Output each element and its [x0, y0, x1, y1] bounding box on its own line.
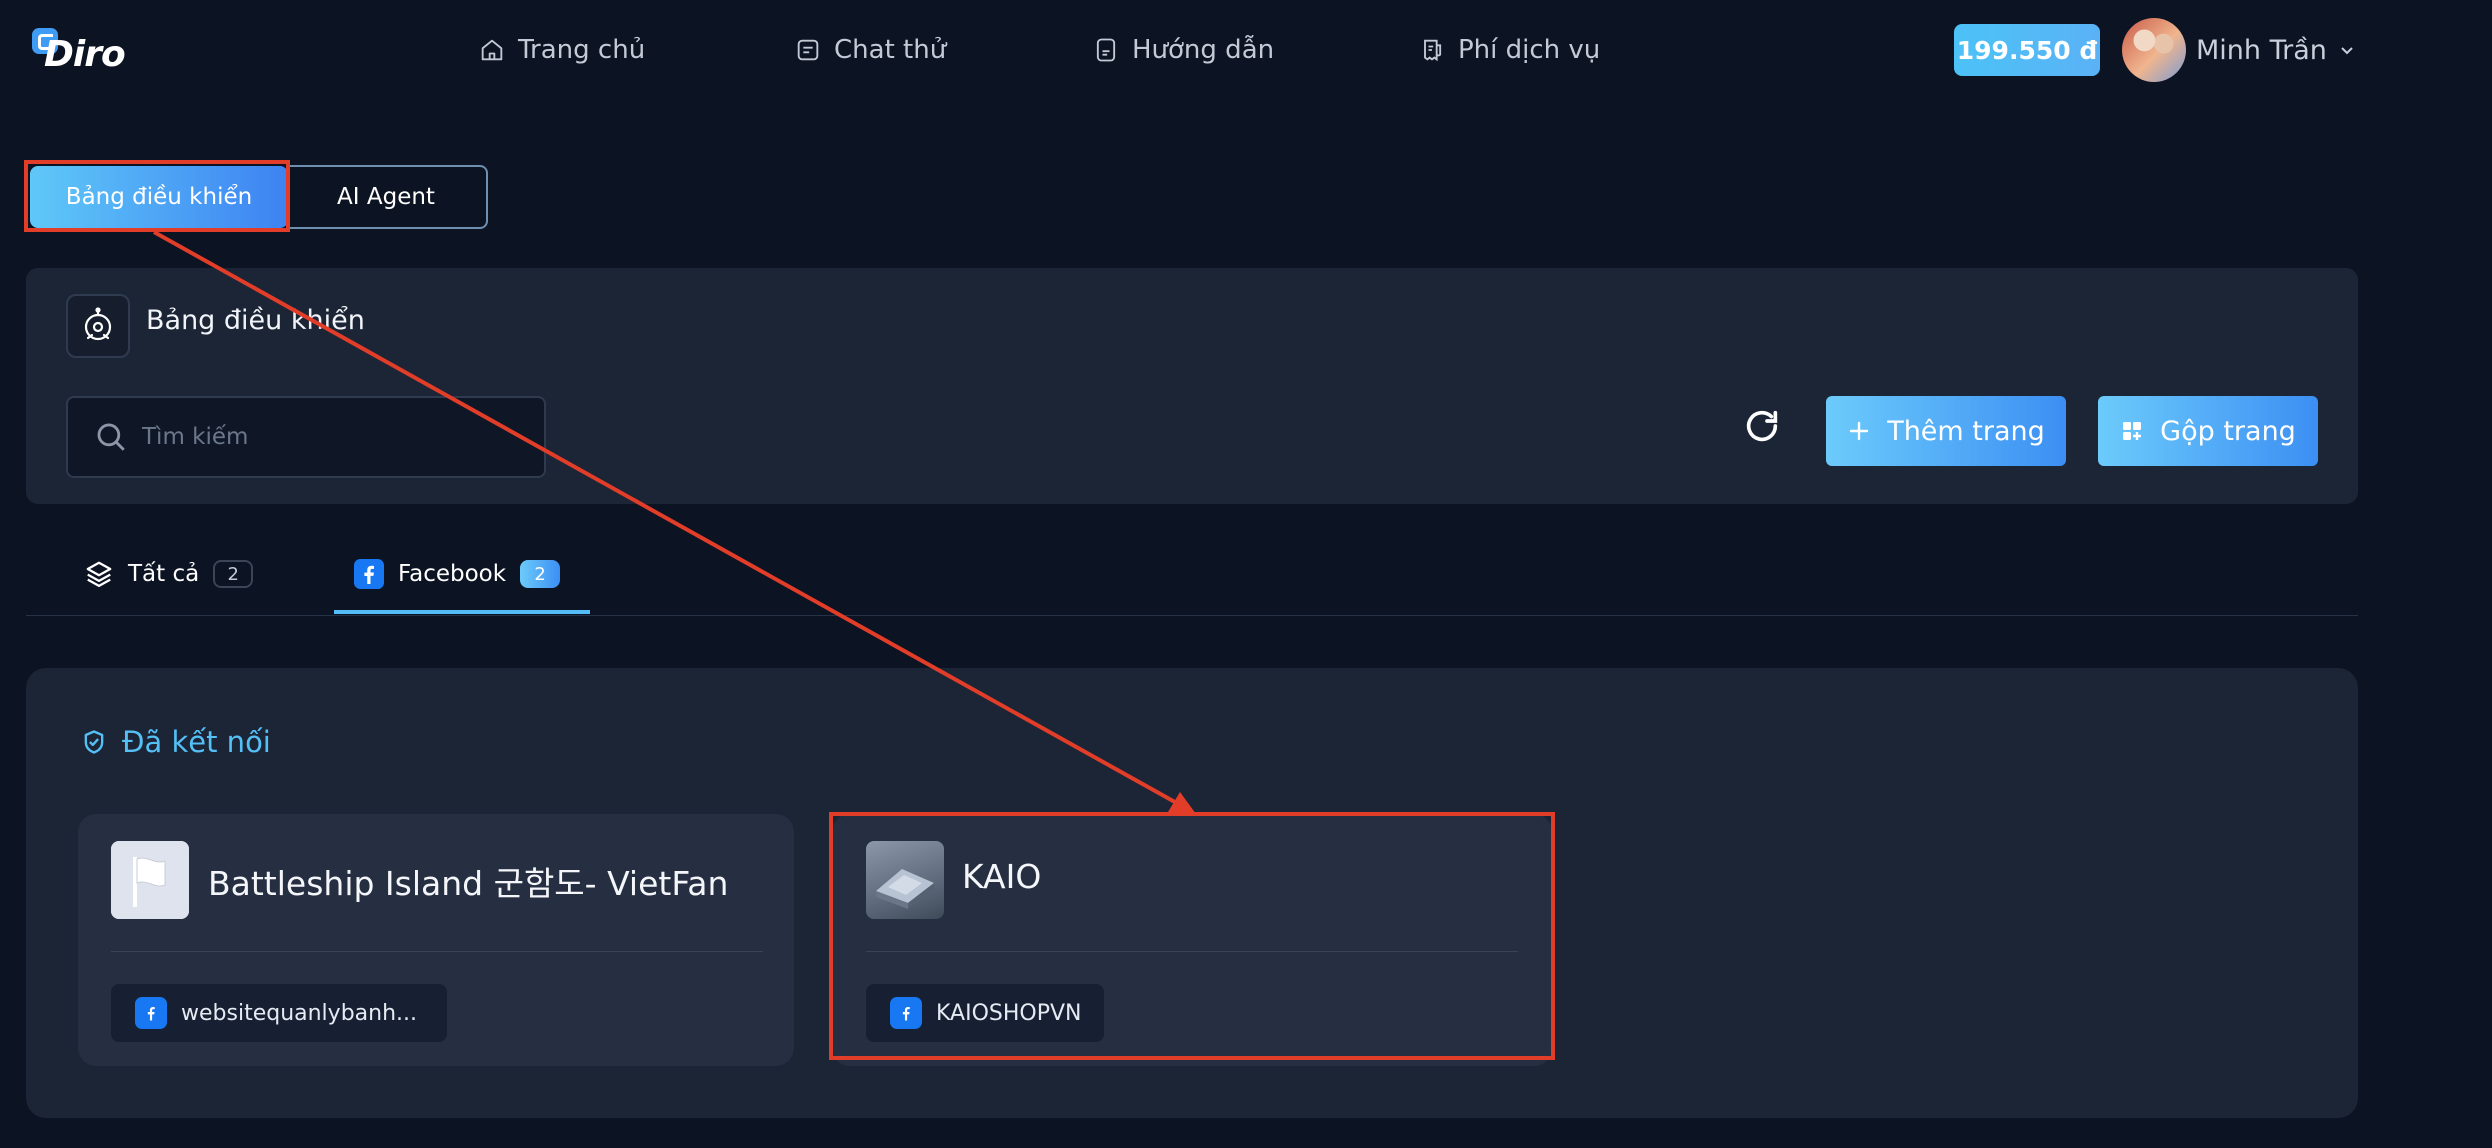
card-divider	[866, 951, 1518, 952]
avatar[interactable]	[2122, 18, 2186, 82]
chevron-down-icon	[2341, 47, 2353, 55]
fee-icon	[1424, 39, 1442, 62]
nav-chat-label: Chat thử	[834, 35, 947, 65]
user-menu[interactable]: Minh Trần	[2196, 30, 2357, 70]
page-thumbnail	[111, 841, 189, 919]
merge-page-label: Gộp trang	[2160, 415, 2296, 447]
balance-badge[interactable]: 199.550 đ	[1954, 24, 2100, 76]
facebook-icon	[890, 997, 922, 1029]
nav-guide-label: Hướng dẫn	[1132, 35, 1275, 65]
account-chip[interactable]: KAIOSHOPVN	[866, 984, 1104, 1042]
facebook-icon	[135, 997, 167, 1029]
connected-title: Đã kết nối	[80, 722, 271, 762]
active-tab-indicator	[334, 610, 590, 614]
nav-fee[interactable]: Phí dịch vụ	[1418, 30, 1600, 70]
page-name: KAIO	[962, 857, 1042, 896]
search-input[interactable]	[142, 424, 522, 450]
facebook-icon	[354, 559, 384, 589]
account-chip[interactable]: websitequanlybanh...	[111, 984, 447, 1042]
connected-title-label: Đã kết nối	[122, 725, 271, 759]
nav-chat[interactable]: Chat thử	[794, 30, 946, 70]
home-icon	[481, 39, 503, 61]
page: Diro Trang chủ Chat thử Hướng dẫn Phí dị…	[0, 0, 2492, 1148]
layers-icon	[86, 561, 112, 587]
account-name: KAIOSHOPVN	[936, 1000, 1082, 1026]
nav-home[interactable]: Trang chủ	[478, 30, 645, 70]
tab-all[interactable]: Tất cả 2	[84, 552, 254, 596]
user-name: Minh Trần	[2196, 34, 2327, 66]
product-image-icon	[876, 869, 934, 909]
logo[interactable]: Diro	[32, 28, 132, 78]
tab-facebook[interactable]: Facebook 2	[354, 552, 561, 596]
search-box[interactable]	[66, 396, 546, 478]
logo-text: Diro	[44, 34, 126, 75]
panel-title: Bảng điều khiển	[146, 305, 365, 336]
card-divider	[111, 951, 763, 952]
guide-icon	[1096, 38, 1116, 62]
nav-fee-label: Phí dịch vụ	[1458, 35, 1601, 65]
tab-all-label: Tất cả	[128, 561, 200, 587]
add-page-button[interactable]: Thêm trang	[1826, 396, 2066, 466]
bot-icon-box	[66, 294, 130, 358]
tab-ai-agent[interactable]: AI Agent	[286, 165, 488, 229]
page-name: Battleship Island 군함도- VietFan	[208, 864, 729, 903]
flag-icon	[111, 841, 189, 919]
tab-facebook-label: Facebook	[398, 561, 507, 587]
plus-icon	[1850, 421, 1869, 441]
tab-facebook-count: 2	[520, 560, 561, 588]
tab-all-count: 2	[213, 560, 254, 588]
grid-add-icon	[2123, 422, 2142, 440]
add-page-label: Thêm trang	[1887, 415, 2045, 447]
chat-icon	[797, 39, 819, 61]
account-name: websitequanlybanh...	[181, 1000, 418, 1026]
nav-home-label: Trang chủ	[518, 35, 646, 65]
bot-icon	[84, 307, 112, 341]
page-thumbnail	[866, 841, 944, 919]
refresh-icon[interactable]	[1742, 406, 1782, 446]
search-icon	[97, 423, 125, 451]
nav-guide[interactable]: Hướng dẫn	[1092, 30, 1274, 70]
tabs-divider	[26, 615, 2358, 616]
merge-page-button[interactable]: Gộp trang	[2098, 396, 2318, 466]
shield-check-icon	[84, 730, 104, 754]
tab-dashboard[interactable]: Bảng điều khiển	[30, 166, 288, 228]
